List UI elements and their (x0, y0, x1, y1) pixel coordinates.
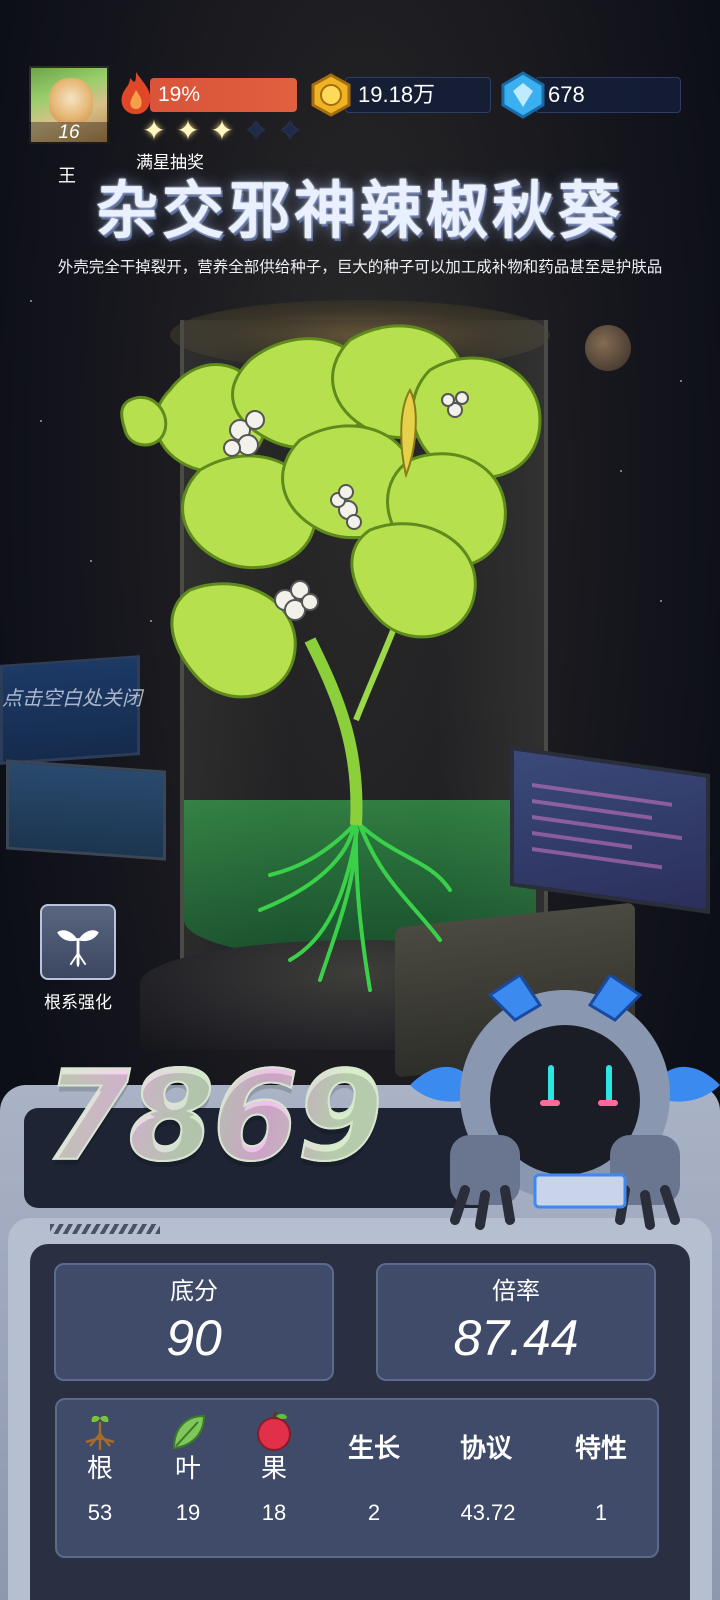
background-star (660, 600, 662, 602)
background-star (620, 470, 622, 472)
base-score-card: 底分 90 (54, 1263, 334, 1381)
stat-label: 特性 (574, 1434, 627, 1464)
total-score: 7869 (43, 1044, 384, 1190)
plant-roots (258, 818, 452, 992)
root-boost-label: 根系强化 (44, 993, 112, 1013)
background-star (680, 380, 682, 382)
star-empty-icon: ✦ (278, 114, 302, 147)
multiplier-label: 倍率 (492, 1277, 540, 1305)
sprout-icon (57, 930, 99, 967)
fruit-icon (257, 1411, 291, 1451)
background-star (90, 560, 92, 562)
star-filled-icon: ✦ (142, 114, 166, 147)
stat-label: 果 (260, 1454, 287, 1484)
stat-root-value: 53 (87, 1500, 113, 1525)
star-filled-icon: ✦ (176, 114, 200, 147)
stat-label: 生长 (347, 1434, 400, 1464)
base-score-value: 90 (166, 1310, 222, 1366)
stat-fruit-value: 18 (261, 1500, 287, 1525)
fire-icon (121, 72, 151, 115)
multiplier-value: 87.44 (453, 1310, 579, 1366)
stat-label: 协议 (459, 1434, 512, 1464)
plant-stem (304, 637, 363, 826)
base-score-label: 底分 (170, 1277, 218, 1305)
multiplier-card: 倍率 87.44 (376, 1263, 656, 1381)
background-star (40, 420, 42, 422)
stat-fruit: 果 (229, 1408, 319, 1486)
coin-icon (311, 73, 351, 117)
okra-plant-illustration (120, 324, 542, 992)
star-empty-icon: ✦ (244, 114, 268, 147)
game-scene[interactable]: 16 19% ✦ ✦ ✦ ✦ ✦ 满星抽奖 19.18万 678 王 杂交邪神辣… (0, 0, 720, 1600)
root-icon (85, 1415, 115, 1450)
stat-leaf: 叶 (143, 1408, 233, 1486)
gem-icon (501, 71, 545, 119)
robot-mascot (410, 975, 720, 1230)
star-filled-icon: ✦ (210, 114, 234, 147)
planet-decoration (585, 325, 631, 371)
stat-leaf-value: 19 (175, 1500, 201, 1525)
coin-amount: 19.18万 (358, 82, 436, 107)
stat-protocol-value: 43.72 (460, 1500, 516, 1525)
gem-amount: 678 (548, 82, 585, 107)
player-level: 16 (29, 122, 109, 144)
stat-trait-value: 1 (594, 1500, 608, 1525)
star-rating[interactable]: ✦ ✦ ✦ ✦ ✦ (138, 116, 306, 146)
stat-growth: 生长 (329, 1432, 419, 1466)
stat-label: 根 (86, 1454, 113, 1484)
avatar-shiba-dog (49, 78, 93, 124)
leaf-icon (172, 1414, 206, 1450)
stat-growth-value: 2 (367, 1500, 381, 1525)
background-star (30, 300, 32, 302)
stat-protocol: 协议 (441, 1432, 531, 1466)
plant-leaves (120, 324, 542, 699)
stat-root: 根 (55, 1408, 145, 1486)
root-boost-button[interactable] (40, 904, 116, 980)
panel-stripes (50, 1224, 160, 1234)
stat-trait: 特性 (556, 1432, 646, 1466)
fire-progress-text: 19% (158, 83, 201, 106)
plant-description: 外壳完全干掉裂开，营养全部供给种子，巨大的种子可以加工成补物和药品甚至是护肤品 (57, 258, 663, 276)
plant-name-title: 杂交邪神辣椒秋葵 (95, 174, 624, 247)
stat-label: 叶 (174, 1454, 201, 1484)
tap-blank-to-close-hint: 点击空白处关闭 (2, 686, 142, 710)
